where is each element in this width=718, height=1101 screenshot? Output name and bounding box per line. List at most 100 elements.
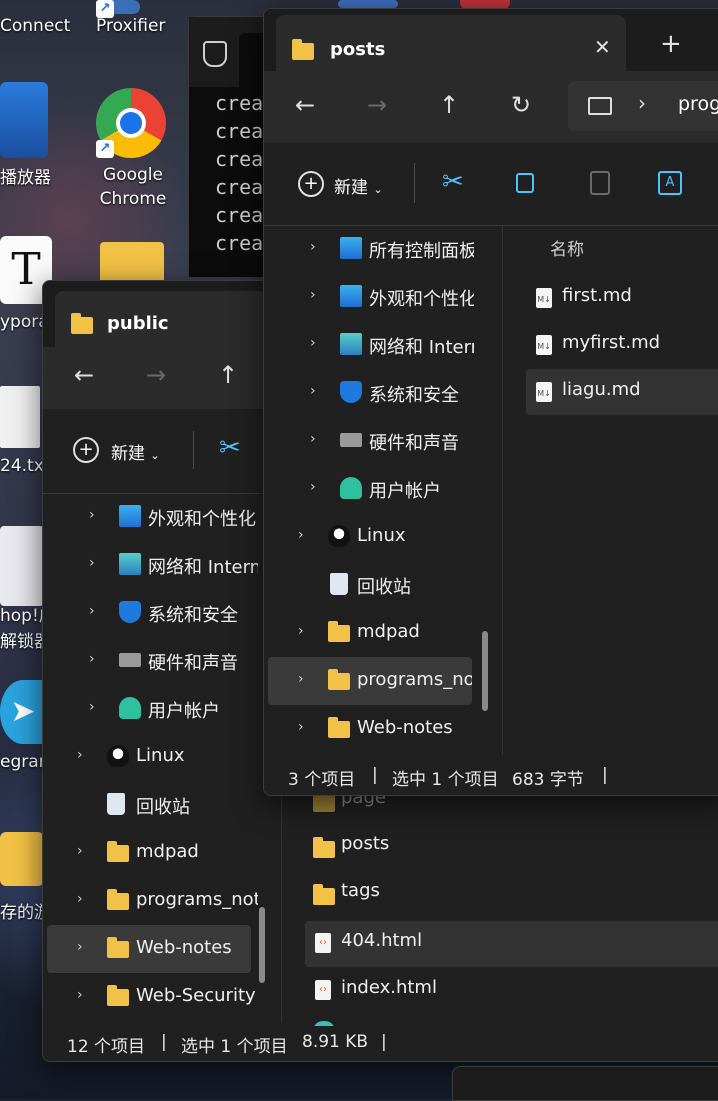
folder-icon [107,889,129,910]
back-icon[interactable]: ← [288,91,322,119]
list-item[interactable]: M↓ first.md [526,275,718,321]
player-app-icon[interactable] [0,82,48,158]
tree-item-network[interactable]: › 网络和 Internet [264,321,474,369]
chevron-right-icon: › [298,623,304,639]
desktop-icon-proxifier[interactable]: Proxifier [96,16,165,36]
chevron-right-icon: › [77,843,83,859]
tree-item-programs-notes[interactable]: › programs_notes [268,657,472,705]
desktop-icon-player[interactable]: 播放器 [0,163,51,188]
tree-item-hardware[interactable]: › 硬件和声音 [264,417,474,465]
status-size: 683 字节 [512,770,584,790]
background-window[interactable] [452,1066,718,1101]
navigation-pane[interactable]: › 所有控制面板 › 外观和个性化 › 网络和 Internet › 系统和安全 › 硬件… [264,225,474,755]
titlebar: posts ✕ + [264,9,718,71]
tree-item-hardware[interactable]: › 硬件和声音 [43,637,258,685]
chevron-right-icon: › [89,651,95,667]
tree-item-linux[interactable]: › Linux [264,513,474,561]
telegram-icon[interactable]: ➤ [0,680,46,744]
scrollbar-thumb[interactable] [482,631,488,711]
tree-item-appearance[interactable]: › 外观和个性化 [43,493,258,541]
navigation-pane[interactable]: › 外观和个性化 › 网络和 Internet › 系统和安全 › 硬件和声音 › 用户帐… [43,493,258,1023]
cut-icon[interactable]: ✂ [219,433,241,463]
list-item[interactable]: M↓ myfirst.md [526,322,718,368]
tree-item-mdpad[interactable]: › mdpad [264,609,474,657]
desktop-icon-label: Connect [0,16,71,36]
tree-item-recycle-bin[interactable]: 回收站 [43,781,258,829]
back-icon[interactable]: ← [67,361,101,389]
tree-item-programs-notes[interactable]: › programs_notes [43,877,258,925]
file-name: liagu.md [562,379,641,400]
rename-icon[interactable]: A [658,171,682,195]
list-item[interactable]: tags [283,874,718,920]
desktop-icon-connect[interactable]: Connect [0,16,70,36]
desktop-icon-chrome[interactable]: Google Chrome [98,163,168,211]
desktop-icon-label: Proxifier [96,16,166,36]
list-item-selected[interactable]: M↓ liagu.md [526,369,718,415]
tree-item-control-panel[interactable]: › 所有控制面板 [264,225,474,273]
status-bar: 3 个项目 | 选中 1 个项目 683 字节 | [264,757,718,795]
forward-icon[interactable]: → [360,91,394,119]
terminal-line: crea [215,119,264,143]
status-bar: 12 个项目 | 选中 1 个项目 8.91 KB | [43,1026,718,1061]
copy-icon[interactable] [516,173,534,193]
status-size: 8.91 KB [302,1032,369,1052]
column-header-name[interactable]: 名称 [550,235,584,260]
network-icon [119,553,141,575]
status-separator: | [381,1032,387,1052]
new-button[interactable]: 新建 ⌄ [334,173,383,198]
desktop-icon-label: 播放器 [0,168,51,188]
tree-item-network[interactable]: › 网络和 Internet [43,541,258,589]
desktop-icon-label: Google Chrome [99,165,167,209]
chevron-right-icon: › [77,939,83,955]
chevron-right-icon: › [77,891,83,907]
game-folder-icon[interactable] [0,832,44,886]
tree-item-web-notes[interactable]: › Web-notes [264,705,474,753]
status-selected: 选中 1 个项目 [392,770,499,790]
tab-public[interactable]: public [55,291,295,347]
forward-icon[interactable]: → [139,361,173,389]
cut-icon[interactable]: ✂ [442,167,464,197]
linux-icon [107,745,129,767]
tree-item-security[interactable]: › 系统和安全 [43,589,258,637]
tree-item-linux[interactable]: › Linux [43,733,258,781]
new-tab-icon[interactable]: + [660,31,682,57]
folder-icon [107,841,129,862]
recycle-bin-icon [107,793,125,815]
html-file-icon: ‹› [315,933,331,953]
folder-icon [107,985,129,1006]
tree-item-security[interactable]: › 系统和安全 [264,369,474,417]
status-separator: | [161,1032,167,1052]
tree-item-web-security[interactable]: › Web-Security [43,973,258,1021]
anime-app-icon[interactable] [0,526,44,606]
refresh-icon[interactable]: ↻ [504,91,538,119]
paste-icon[interactable] [590,171,610,195]
tab-posts[interactable]: posts ✕ [276,15,626,71]
status-item-count: 3 个项目 [288,770,356,790]
plus-circle-icon: + [73,437,99,463]
tree-item-appearance[interactable]: › 外观和个性化 [264,273,474,321]
up-icon[interactable]: ↑ [432,91,466,119]
up-icon[interactable]: ↑ [211,361,245,389]
explorer-window-posts[interactable]: posts ✕ + ← → ↑ ↻ › prog + 新建 ⌄ ✂ A › 所有控… [263,8,718,796]
list-item-selected[interactable]: ‹› 404.html [305,921,718,967]
close-tab-icon[interactable]: ✕ [594,35,611,59]
chevron-right-icon: › [77,987,83,1003]
list-item[interactable]: posts [283,827,718,873]
html-file-icon: ‹› [315,980,331,1000]
list-item[interactable]: ‹› index.html [283,968,718,1014]
taskbar-app-icon[interactable] [338,0,398,8]
tree-item-recycle-bin[interactable]: 回收站 [264,561,474,609]
file-list[interactable]: page posts tags ‹› 404.html ‹› index.html [283,781,718,1026]
file-list[interactable]: 名称 M↓ first.md M↓ myfirst.md M↓ liagu.md [504,225,718,755]
tree-item-users[interactable]: › 用户帐户 [264,465,474,513]
new-button[interactable]: 新建 ⌄ [111,439,160,464]
tree-item-mdpad[interactable]: › mdpad [43,829,258,877]
address-bar[interactable]: › prog [568,81,718,131]
tree-item-web-notes[interactable]: › Web-notes [47,925,251,973]
text-file-icon[interactable] [0,386,40,448]
chevron-right-icon: › [77,747,83,763]
appearance-icon [340,285,362,307]
tree-item-users[interactable]: › 用户帐户 [43,685,258,733]
chevron-right-icon: › [638,91,646,115]
scrollbar-thumb[interactable] [259,907,265,983]
